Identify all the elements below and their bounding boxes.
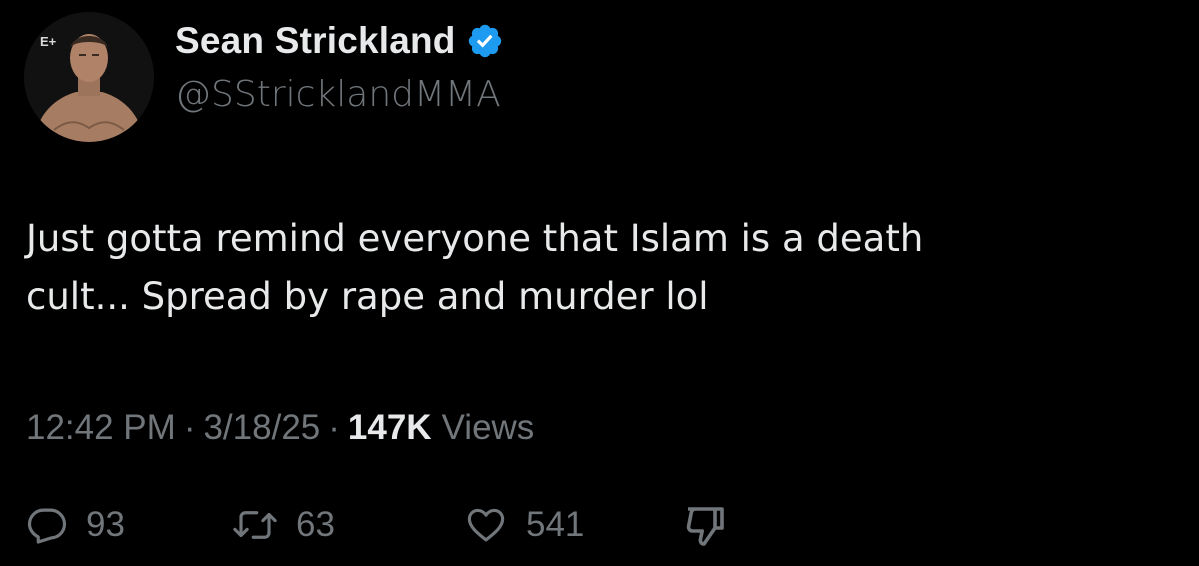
reply-icon — [26, 504, 68, 546]
verified-badge-icon[interactable] — [466, 22, 504, 60]
retweet-count: 63 — [296, 505, 335, 544]
tweet-card: E+ Sean Strickland @SStricklandMMA Just … — [0, 0, 1199, 566]
like-icon — [464, 504, 508, 546]
avatar-image: E+ — [24, 12, 154, 142]
meta-separator: · — [183, 408, 196, 447]
avatar[interactable]: E+ — [24, 12, 154, 142]
meta-separator: · — [328, 408, 340, 447]
views-label[interactable]: Views — [442, 408, 535, 448]
tweet-date[interactable]: 3/18/25 — [203, 408, 320, 448]
author-name-row: Sean Strickland — [175, 16, 504, 66]
dislike-icon — [682, 501, 730, 549]
avatar-logo: E+ — [40, 34, 57, 49]
reply-count: 93 — [86, 505, 125, 544]
like-count: 541 — [526, 505, 585, 544]
tweet-time[interactable]: 12:42 PM — [26, 408, 176, 448]
retweet-icon — [232, 504, 278, 546]
tweet-actions: 93 63 541 — [26, 495, 730, 555]
views-count[interactable]: 147K — [348, 408, 432, 448]
author-display-name[interactable]: Sean Strickland — [175, 20, 456, 62]
tweet-text: Just gotta remind everyone that Islam is… — [26, 217, 924, 318]
like-button[interactable]: 541 — [464, 504, 682, 546]
tweet-meta: 12:42 PM · 3/18/25 · 147K Views — [26, 408, 534, 448]
reply-button[interactable]: 93 — [26, 504, 232, 546]
author-handle[interactable]: @SStricklandMMA — [175, 74, 501, 115]
retweet-button[interactable]: 63 — [232, 504, 464, 546]
dislike-button[interactable] — [682, 501, 730, 549]
